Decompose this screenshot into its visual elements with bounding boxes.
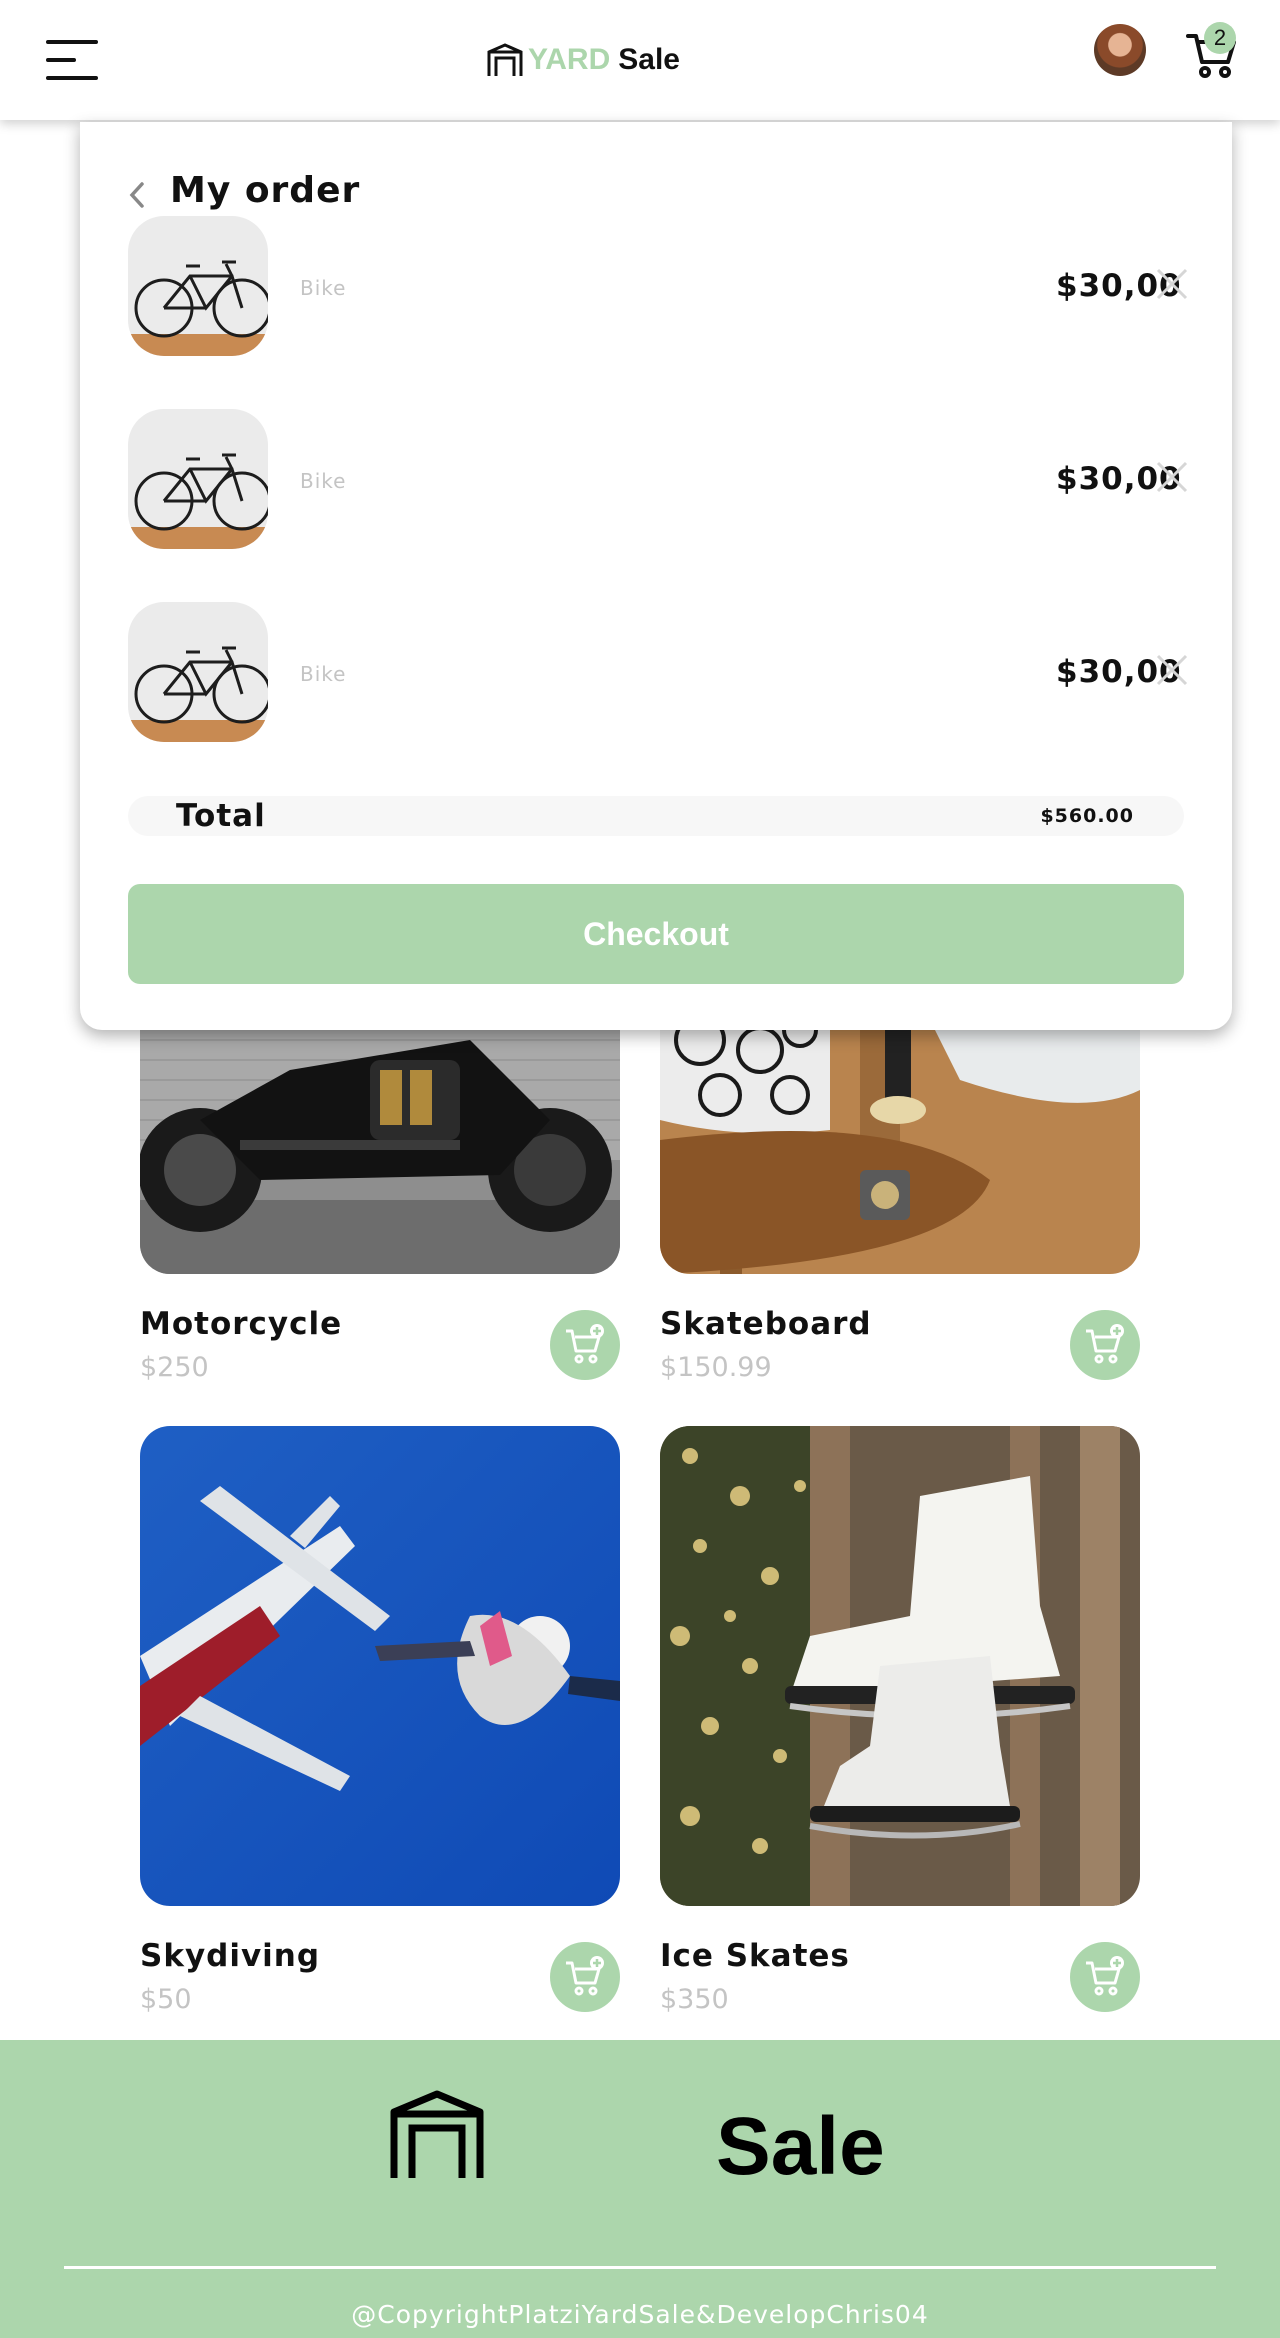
add-to-cart-icon <box>1086 1324 1124 1364</box>
product-name: Ice Skates <box>660 1938 850 1974</box>
product-name: Motorcycle <box>140 1306 343 1342</box>
order-total-label: Total <box>176 798 266 834</box>
skydiving-image <box>140 1426 620 1906</box>
order-item-image <box>128 409 268 549</box>
chevron-left-icon[interactable] <box>126 180 148 218</box>
product-name: Skateboard <box>660 1306 872 1342</box>
panel-title: My order <box>170 170 361 211</box>
menu-icon[interactable] <box>46 38 98 82</box>
order-panel: My order Bike $30,00 Bike $30,00 Bike $3… <box>80 122 1232 1030</box>
product-price: $250 <box>140 1352 209 1383</box>
order-item-name: Bike <box>300 276 347 300</box>
motorcycle-image <box>140 1000 620 1274</box>
add-to-cart-button[interactable] <box>1070 1310 1140 1380</box>
product-price: $350 <box>660 1984 729 2015</box>
product-image[interactable] <box>140 1426 620 1906</box>
order-item: Bike $30,00 <box>128 216 1188 356</box>
order-item-image <box>128 602 268 742</box>
footer-divider <box>64 2266 1216 2269</box>
close-icon[interactable] <box>1152 457 1192 497</box>
order-item-name: Bike <box>300 662 347 686</box>
product-image[interactable] <box>660 1000 1140 1274</box>
footer-copyright: @CopyrightPlatziYardSale&DevelopChris04 <box>351 2300 929 2329</box>
order-item-image <box>128 216 268 356</box>
add-to-cart-icon <box>566 1956 604 1996</box>
user-avatar[interactable] <box>1094 24 1146 76</box>
bike-image <box>128 216 268 356</box>
footer-sale-text: Sale <box>716 2101 885 2192</box>
cart-count-badge: 2 <box>1204 22 1236 54</box>
add-to-cart-icon <box>566 1324 604 1364</box>
add-to-cart-button[interactable] <box>1070 1942 1140 2012</box>
order-total-value: $560.00 <box>1040 805 1134 827</box>
ice-skates-image <box>660 1426 1140 1906</box>
order-total-row: Total $560.00 <box>128 796 1184 836</box>
order-item: Bike $30,00 <box>128 602 1188 742</box>
bike-image <box>128 602 268 742</box>
product-name: Skydiving <box>140 1938 321 1974</box>
garage-logo-icon <box>487 43 523 76</box>
order-item-name: Bike <box>300 469 347 493</box>
product-price: $150.99 <box>660 1352 772 1383</box>
logo[interactable]: YARD Sale <box>486 38 680 82</box>
product-price: $50 <box>140 1984 192 2015</box>
bike-image <box>128 409 268 549</box>
skateboard-image <box>660 1000 1140 1274</box>
garage-logo-icon <box>390 2090 484 2178</box>
add-to-cart-icon <box>1086 1956 1124 1996</box>
add-to-cart-button[interactable] <box>550 1942 620 2012</box>
close-icon[interactable] <box>1152 650 1192 690</box>
checkout-button[interactable]: Checkout <box>128 884 1184 984</box>
logo-sale-text: Sale <box>618 43 680 76</box>
order-item: Bike $30,00 <box>128 409 1188 549</box>
footer: Sale @CopyrightPlatziYardSale&DevelopChr… <box>0 2040 1280 2338</box>
product-image[interactable] <box>660 1426 1140 1906</box>
logo-yard-text: YARD <box>528 43 611 76</box>
top-navbar: YARD Sale 2 <box>0 0 1280 120</box>
add-to-cart-button[interactable] <box>550 1310 620 1380</box>
close-icon[interactable] <box>1152 264 1192 304</box>
product-image[interactable] <box>140 1000 620 1274</box>
